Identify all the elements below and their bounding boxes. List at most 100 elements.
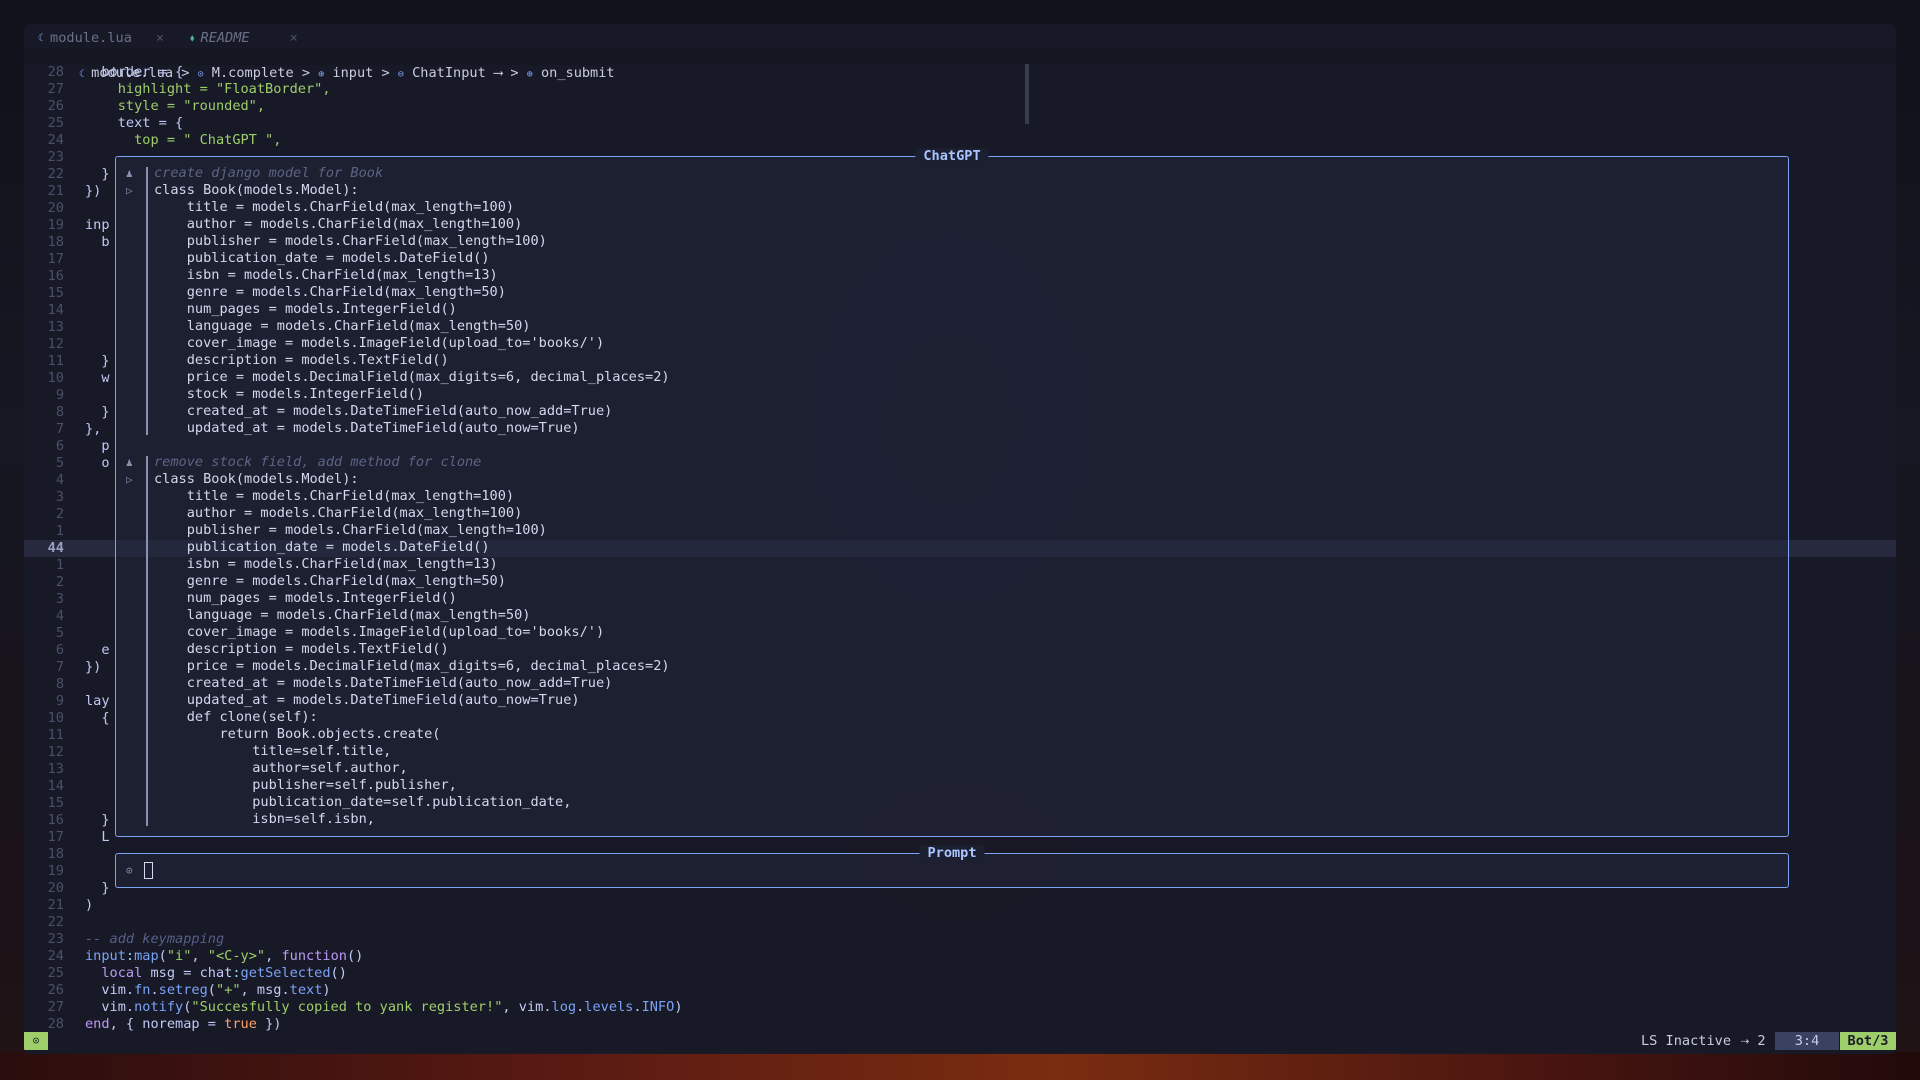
prompt-input[interactable]: [144, 862, 153, 879]
answer-line[interactable]: title = models.CharField(max_length=100): [154, 488, 514, 505]
breadcrumb-separator: >: [301, 65, 311, 81]
code-line[interactable]: input:map("i", "<C-y>", function(): [85, 948, 363, 965]
markdown-file-icon: ⬧: [190, 33, 195, 44]
code-line[interactable]: }: [85, 812, 109, 829]
breadcrumb-item[interactable]: input: [332, 65, 373, 81]
line-number: 24: [47, 948, 64, 964]
answer-line[interactable]: num_pages = models.IntegerField(): [154, 590, 457, 607]
answer-line[interactable]: publication_date = models.DateField(): [154, 539, 490, 556]
code-line[interactable]: w: [85, 370, 109, 387]
answer-line[interactable]: cover_image = models.ImageField(upload_t…: [154, 624, 604, 641]
line-number: 19: [47, 863, 64, 879]
breadcrumb-item[interactable]: ChatInput: [412, 65, 486, 81]
code-line[interactable]: highlight = "FloatBorder",: [85, 81, 331, 98]
answer-line[interactable]: isbn = models.CharField(max_length=13): [154, 267, 498, 284]
code-line[interactable]: inp: [85, 217, 110, 234]
code-line[interactable]: }: [85, 353, 109, 370]
code-line[interactable]: b: [85, 234, 109, 251]
code-line[interactable]: -- add keymapping: [85, 931, 224, 948]
code-line[interactable]: e: [85, 642, 109, 659]
answer-line[interactable]: publisher=self.publisher,: [154, 777, 457, 794]
answer-line[interactable]: num_pages = models.IntegerField(): [154, 301, 457, 318]
line-number: 26: [47, 98, 64, 114]
code-line[interactable]: }): [85, 659, 101, 676]
code-line[interactable]: o: [85, 455, 109, 472]
line-number: 8: [55, 404, 64, 420]
line-number: 20: [47, 880, 64, 896]
code-line[interactable]: border = {: [85, 64, 183, 81]
close-icon[interactable]: ×: [156, 30, 164, 47]
line-number: 19: [47, 217, 64, 233]
answer-line[interactable]: isbn=self.isbn,: [154, 811, 375, 828]
answer-line[interactable]: class Book(models.Model):: [154, 471, 359, 488]
answer-line[interactable]: author = models.CharField(max_length=100…: [154, 505, 523, 522]
breadcrumb-item[interactable]: M.complete: [212, 65, 294, 81]
code-line[interactable]: vim.fn.setreg("+", msg.text): [85, 982, 330, 999]
answer-line[interactable]: stock = models.IntegerField(): [154, 386, 424, 403]
tab-module-lua[interactable]: ☾ module.lua ×: [38, 30, 164, 47]
code-line[interactable]: lay: [85, 693, 110, 710]
code-line[interactable]: local msg = chat:getSelected(): [85, 965, 347, 982]
answer-line[interactable]: class Book(models.Model):: [154, 182, 359, 199]
code-line[interactable]: vim.notify("Succesfully copied to yank r…: [85, 999, 682, 1016]
answer-line[interactable]: publication_date=self.publication_date,: [154, 794, 571, 811]
arrow-icon: ⟶: [493, 65, 503, 81]
answer-line[interactable]: cover_image = models.ImageField(upload_t…: [154, 335, 604, 352]
answer-line[interactable]: description = models.TextField(): [154, 352, 449, 369]
answer-line[interactable]: author = models.CharField(max_length=100…: [154, 216, 523, 233]
answer-line[interactable]: return Book.objects.create(: [154, 726, 440, 743]
code-line[interactable]: {: [85, 710, 109, 727]
code-line[interactable]: },: [85, 421, 101, 438]
code-line[interactable]: style = "rounded",: [85, 98, 265, 115]
answer-line[interactable]: publisher = models.CharField(max_length=…: [154, 522, 547, 539]
answer-line[interactable]: created_at = models.DateTimeField(auto_n…: [154, 675, 613, 692]
answer-line[interactable]: title=self.title,: [154, 743, 391, 760]
answer-line[interactable]: updated_at = models.DateTimeField(auto_n…: [154, 420, 580, 437]
answer-line[interactable]: created_at = models.DateTimeField(auto_n…: [154, 403, 613, 420]
answer-line[interactable]: description = models.TextField(): [154, 641, 449, 658]
editor-window[interactable]: ☾ module.lua × ⬧ README × ☾ module.lua >…: [24, 24, 1896, 1054]
prompt-popup[interactable]: Prompt ⊙: [115, 845, 1789, 888]
answer-line[interactable]: language = models.CharField(max_length=5…: [154, 607, 531, 624]
code-line[interactable]: ): [85, 897, 93, 914]
user-question[interactable]: create django model for Book: [154, 165, 383, 182]
line-number: 15: [47, 795, 64, 811]
code-line[interactable]: }: [85, 166, 109, 183]
code-line[interactable]: end, { noremap = true }): [85, 1016, 281, 1033]
answer-line[interactable]: updated_at = models.DateTimeField(auto_n…: [154, 692, 580, 709]
answer-line[interactable]: genre = models.CharField(max_length=50): [154, 284, 506, 301]
answer-line[interactable]: publication_date = models.DateField(): [154, 250, 490, 267]
line-number: 1: [55, 557, 64, 573]
breadcrumb-item[interactable]: on_submit: [541, 65, 615, 81]
answer-line[interactable]: author=self.author,: [154, 760, 408, 777]
code-line[interactable]: p: [85, 438, 109, 455]
answer-line[interactable]: publisher = models.CharField(max_length=…: [154, 233, 547, 250]
code-line[interactable]: }): [85, 183, 101, 200]
line-number: 12: [47, 744, 64, 760]
code-line[interactable]: L: [85, 829, 109, 846]
lsp-status: LS Inactive: [1641, 1033, 1732, 1049]
close-icon[interactable]: ×: [290, 30, 298, 47]
code-line[interactable]: text = {: [85, 115, 183, 132]
answer-line[interactable]: isbn = models.CharField(max_length=13): [154, 556, 498, 573]
answer-line[interactable]: title = models.CharField(max_length=100): [154, 199, 514, 216]
chatgpt-popup[interactable]: ChatGPT ♟ create django model for Book ▷ cl…: [115, 148, 1789, 837]
tab-readme[interactable]: ⬧ README ×: [190, 30, 298, 47]
answer-line[interactable]: price = models.DecimalField(max_digits=6…: [154, 369, 670, 386]
line-number: 9: [55, 387, 64, 403]
answer-line[interactable]: def clone(self):: [154, 709, 318, 726]
answer-line[interactable]: language = models.CharField(max_length=5…: [154, 318, 531, 335]
line-number: 24: [47, 132, 64, 148]
answer-line[interactable]: price = models.DecimalField(max_digits=6…: [154, 658, 670, 675]
code-line[interactable]: }: [85, 880, 109, 897]
line-number: 7: [55, 659, 64, 675]
lua-file-icon: ☾: [38, 33, 45, 44]
mode-icon: ⊙: [24, 1032, 48, 1050]
line-number: 10: [47, 370, 64, 386]
answer-line[interactable]: genre = models.CharField(max_length=50): [154, 573, 506, 590]
code-line[interactable]: }: [85, 404, 109, 421]
line-number: 6: [55, 642, 64, 658]
user-question[interactable]: remove stock field, add method for clone: [154, 454, 481, 471]
answer-icon: ▷: [126, 184, 133, 197]
code-line[interactable]: top = " ChatGPT ",: [85, 132, 281, 149]
